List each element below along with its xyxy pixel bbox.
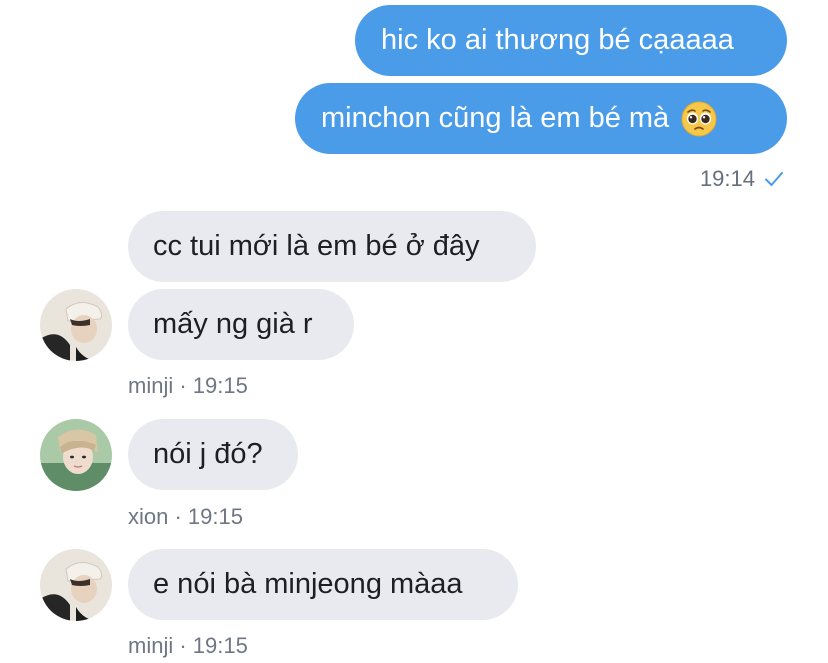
message-status: 19:14 xyxy=(700,166,784,192)
message-text: mấy ng già r xyxy=(153,308,313,340)
incoming-message[interactable]: e nói bà minjeong màaa xyxy=(128,549,518,620)
minji-avatar[interactable] xyxy=(40,289,112,361)
message-text: minchon cũng là em bé mà xyxy=(321,102,670,134)
minji-avatar[interactable] xyxy=(40,549,112,621)
outgoing-message[interactable]: minchon cũng là em bé mà xyxy=(295,83,787,154)
sender-meta: xion · 19:15 xyxy=(128,504,243,529)
incoming-message[interactable]: mấy ng già r xyxy=(128,289,354,360)
xion-avatar-image xyxy=(40,419,112,491)
pleading-face-emoji-icon xyxy=(681,101,717,136)
message-text: nói j đó? xyxy=(153,438,263,470)
incoming-message[interactable]: cc tui mới là em bé ở đây xyxy=(128,211,536,282)
sender-meta: minji · 19:15 xyxy=(128,373,248,398)
sender-meta: minji · 19:15 xyxy=(128,633,248,658)
message-time: 19:14 xyxy=(699,166,755,191)
minji-avatar-image xyxy=(40,289,112,361)
xion-avatar[interactable] xyxy=(40,419,112,491)
incoming-message[interactable]: nói j đó? xyxy=(128,419,298,490)
minji-avatar-image xyxy=(40,549,112,621)
message-text: cc tui mới là em bé ở đây xyxy=(153,230,480,262)
checkmark-icon xyxy=(765,172,783,186)
message-text: e nói bà minjeong màaa xyxy=(153,568,463,600)
message-text: hic ko ai thương bé cạaaaa xyxy=(381,24,734,56)
outgoing-message[interactable]: hic ko ai thương bé cạaaaa xyxy=(355,5,787,76)
